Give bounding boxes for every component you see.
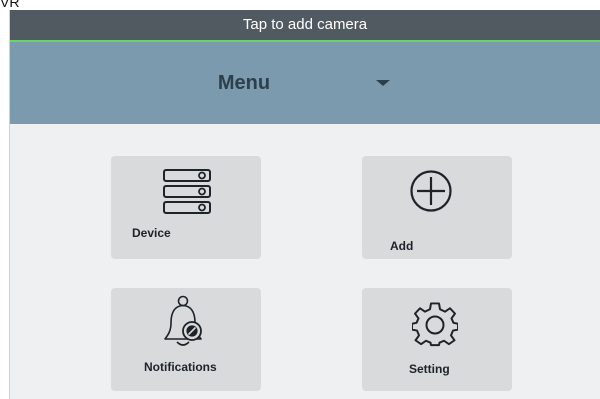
screen: VR Tap to add camera Menu Device Add Not… <box>0 0 600 399</box>
add-button[interactable]: Add <box>362 156 512 259</box>
notifications-button[interactable]: Notifications <box>111 288 261 391</box>
setting-label: Setting <box>409 362 450 376</box>
gear-icon <box>412 302 458 347</box>
top-edge-text-label: VR <box>0 0 20 10</box>
server-stack-icon <box>163 169 211 214</box>
notifications-label: Notifications <box>144 360 217 374</box>
add-camera-banner[interactable]: Tap to add camera <box>10 10 600 42</box>
setting-button[interactable]: Setting <box>362 288 512 391</box>
bell-icon <box>164 295 202 346</box>
add-label: Add <box>390 239 414 253</box>
menu-dropdown[interactable]: Menu <box>10 42 600 124</box>
menu-title: Menu <box>217 72 271 94</box>
device-button[interactable]: Device <box>111 156 261 259</box>
device-label: Device <box>132 226 171 240</box>
app-window: Tap to add camera Menu Device Add Notifi… <box>9 10 600 399</box>
chevron-down-icon <box>376 80 390 86</box>
add-camera-banner-label: Tap to add camera <box>242 16 368 33</box>
plus-circle-icon <box>410 170 452 212</box>
